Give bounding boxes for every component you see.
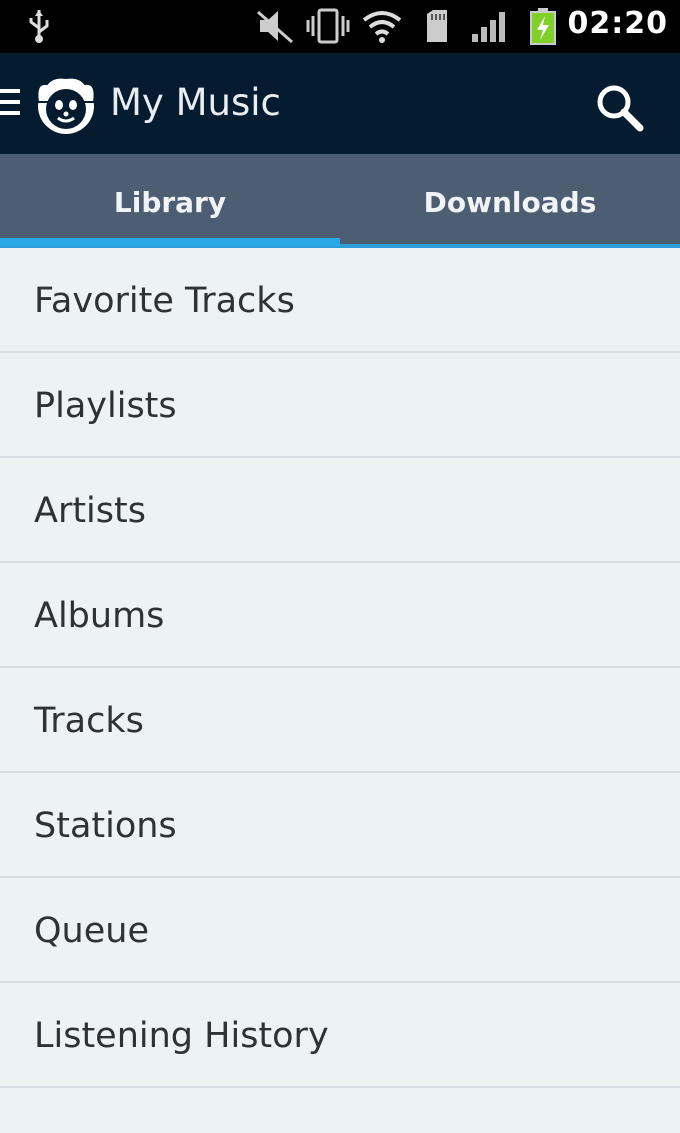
list-item-label: Queue xyxy=(34,911,149,951)
list-item-albums[interactable]: Albums xyxy=(0,563,680,668)
list-item-favorite-tracks[interactable]: Favorite Tracks xyxy=(0,248,680,353)
list-item-tracks[interactable]: Tracks xyxy=(0,668,680,773)
list-item-label: Tracks xyxy=(34,701,144,741)
list-item-playlists[interactable]: Playlists xyxy=(0,353,680,458)
menu-icon[interactable] xyxy=(0,89,20,117)
mute-icon xyxy=(257,10,293,44)
page-title: My Music xyxy=(110,81,281,124)
vibrate-icon xyxy=(306,8,350,44)
tab-library[interactable]: Library xyxy=(0,154,340,248)
status-bar: 02:20 xyxy=(0,0,680,53)
list-item-label: Albums xyxy=(34,596,165,636)
list-item-label: Stations xyxy=(34,806,177,846)
list-item-stations[interactable]: Stations xyxy=(0,773,680,878)
wifi-icon xyxy=(362,11,402,43)
list-item-queue[interactable]: Queue xyxy=(0,878,680,983)
signal-icon xyxy=(472,12,505,42)
list-item-label: Artists xyxy=(34,491,146,531)
list-item-label: Playlists xyxy=(34,386,177,426)
list-item-artists[interactable]: Artists xyxy=(0,458,680,563)
usb-icon xyxy=(29,10,49,43)
battery-charging-icon xyxy=(530,8,556,45)
list-item-label: Favorite Tracks xyxy=(34,281,295,321)
list-item-label: Listening History xyxy=(34,1016,329,1056)
napster-logo[interactable] xyxy=(33,74,99,136)
app-bar: My Music xyxy=(0,53,680,154)
sd-card-icon xyxy=(427,10,447,42)
tab-bar: Library Downloads xyxy=(0,154,680,248)
library-list: Favorite Tracks Playlists Artists Albums… xyxy=(0,248,680,1088)
tab-downloads[interactable]: Downloads xyxy=(340,154,680,248)
status-clock: 02:20 xyxy=(567,6,668,41)
search-icon[interactable] xyxy=(592,81,646,135)
list-item-listening-history[interactable]: Listening History xyxy=(0,983,680,1088)
tab-selected-indicator xyxy=(0,238,340,246)
